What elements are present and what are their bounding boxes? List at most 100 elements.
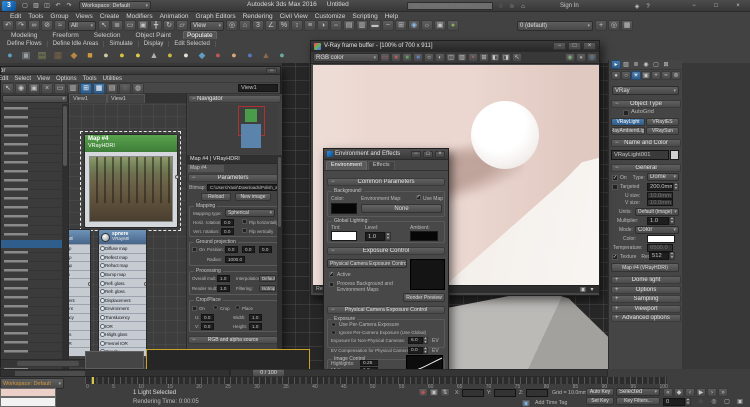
search-icon[interactable]: ◌	[496, 2, 506, 11]
save-image-icon[interactable]: ◫	[446, 53, 456, 62]
rollout-name-color[interactable]: Name and Color	[611, 139, 681, 147]
zoom-extents-icon[interactable]: ▢	[721, 397, 733, 406]
material-slot[interactable]: IOR	[99, 321, 146, 330]
vfb-region-render-icon[interactable]: ▭	[380, 53, 390, 62]
curve-editor-icon[interactable]: ~	[382, 20, 394, 31]
material-slot[interactable]: Bump map	[69, 269, 90, 279]
create-tab-icon[interactable]: ▸	[611, 60, 621, 69]
alpha-channel-icon[interactable]: ○	[424, 53, 434, 62]
rectangular-selection-region-icon[interactable]: ▭	[124, 20, 136, 31]
position-z-field[interactable]: 0.0	[259, 246, 272, 253]
horiz-rotation-field[interactable]: 0.0	[221, 219, 234, 226]
home-icon[interactable]: ⌂	[518, 2, 528, 11]
tab-environment[interactable]: Environment	[326, 161, 367, 170]
toggle-scene-explorer-icon[interactable]: ▤	[343, 20, 355, 31]
material-slot[interactable]: Translucency	[99, 312, 146, 322]
ribbon-tool-icon[interactable]: ◆	[68, 50, 80, 61]
undo-icon[interactable]: ↶	[2, 20, 14, 31]
ignore-per-camera-radio[interactable]	[331, 330, 336, 335]
target-distance-spinner[interactable]	[673, 183, 679, 191]
ribbon-tool-icon[interactable]: ■	[84, 50, 96, 61]
render-production-icon[interactable]: ●	[447, 20, 459, 31]
minimize-button[interactable]: −	[684, 1, 704, 10]
time-slider-handle[interactable]: 0 / 100	[252, 369, 285, 377]
rendered-frame-window-icon[interactable]: ▣	[434, 20, 446, 31]
play-animation-icon[interactable]: ▶	[696, 388, 706, 397]
material-slot[interactable]: Hilight gloss	[99, 329, 146, 339]
environment-map-button[interactable]: None	[361, 204, 442, 213]
ribbon-tool-icon[interactable]: ▲	[148, 50, 160, 61]
current-frame-spinner[interactable]	[685, 398, 691, 406]
time-tag-icon[interactable]: ▣	[521, 399, 531, 407]
menu-item[interactable]: Options	[56, 76, 77, 82]
vfb-expand-icon[interactable]: ▾	[588, 285, 596, 294]
temperature-field[interactable]: 6500.0	[647, 244, 673, 252]
height-field[interactable]: 1.0	[249, 323, 262, 330]
material-slot[interactable]: Reflect map	[69, 252, 90, 262]
sme-bottom-scrollbar[interactable]	[0, 369, 230, 377]
ribbon-subtab[interactable]: Display	[139, 40, 170, 47]
menu-item[interactable]: Scripting	[352, 13, 377, 20]
reference-coordinate-dropdown[interactable]: View	[190, 20, 224, 31]
ribbon-tab[interactable]: Populate	[182, 31, 217, 39]
sphere-output-connector[interactable]	[144, 282, 146, 286]
material-slot[interactable]: Refr. gloss.	[99, 286, 146, 296]
light-color-swatch[interactable]	[647, 235, 675, 243]
mapping-type-dropdown[interactable]: Spherical	[225, 209, 275, 217]
material-slot[interactable]: Refl. gloss.	[69, 278, 90, 287]
ribbon-tab[interactable]: Modeling	[8, 32, 40, 39]
rollout-general[interactable]: General	[611, 164, 681, 172]
menu-item[interactable]: Animation	[160, 13, 189, 20]
texture-map-button[interactable]: Map #4 (VRayHDRI)	[611, 263, 679, 272]
material-slot[interactable]: Translucency	[69, 312, 90, 322]
highlights-field[interactable]: 0.25	[360, 360, 378, 366]
wall-output-connector[interactable]	[88, 282, 90, 286]
flip-vertical-checkbox[interactable]	[242, 228, 247, 233]
vrayambientlight-button[interactable]: VRayAmbientLight	[611, 127, 645, 135]
ribbon-tab[interactable]: Object Paint	[133, 32, 174, 39]
select-by-name-icon[interactable]: ≣	[111, 20, 123, 31]
set-key-button[interactable]: Set Key	[586, 397, 614, 405]
time-slider-track[interactable]	[230, 369, 608, 377]
rollout-header[interactable]: Dome light	[611, 276, 681, 284]
blue-channel-icon[interactable]: ■	[413, 53, 423, 62]
sme-delete-selected-icon[interactable]: ×	[41, 82, 53, 94]
bind-to-space-warp-icon[interactable]: ≈	[54, 20, 66, 31]
crop-on-checkbox[interactable]	[192, 306, 197, 311]
menu-item[interactable]: Select	[14, 76, 31, 82]
menu-item[interactable]: Utilities	[103, 76, 122, 82]
go-to-start-icon[interactable]: «	[663, 388, 673, 397]
y-coordinate-field[interactable]	[494, 389, 516, 397]
object-color-swatch[interactable]	[670, 150, 679, 160]
mode-dropdown[interactable]: Color	[635, 226, 679, 234]
selection-set-dropdown[interactable]: Selected	[616, 388, 660, 396]
navigator-header[interactable]: Navigator	[188, 95, 281, 103]
add-time-tag[interactable]: Add Time Tag	[535, 400, 567, 406]
level-field[interactable]: 1.0	[365, 232, 385, 241]
snaps-toggle-icon[interactable]: 3	[252, 20, 264, 31]
x-coordinate-field[interactable]	[462, 389, 484, 397]
sme-show-background-icon[interactable]: ▦	[93, 82, 105, 94]
render-mult-field[interactable]: 1.0	[217, 285, 230, 292]
material-slot[interactable]: Bump map	[99, 269, 146, 279]
communication-center-icon[interactable]: ◈	[632, 2, 642, 11]
zoom-all-icon[interactable]: ◎	[708, 397, 720, 406]
save-file-icon[interactable]: ◫	[42, 1, 52, 10]
maximize-button[interactable]: □	[706, 1, 726, 10]
select-object-icon[interactable]: ↖	[98, 20, 110, 31]
favorites-icon[interactable]: ☆	[507, 2, 517, 11]
select-and-place-icon[interactable]: ⌂	[239, 20, 251, 31]
target-distance-field[interactable]: 200.0mm	[647, 183, 673, 191]
selection-lock-toggle-icon[interactable]: ▣	[429, 388, 439, 397]
menu-item[interactable]: Help	[385, 13, 398, 20]
close-button[interactable]: ×	[583, 42, 596, 50]
search-input[interactable]	[407, 2, 493, 10]
maxscript-macro-recorder[interactable]	[0, 388, 56, 397]
display-correction-icon[interactable]: ●	[576, 53, 586, 62]
view-tab[interactable]: View1	[107, 94, 145, 103]
process-background-checkbox[interactable]	[329, 282, 334, 287]
monochrome-icon[interactable]: ◐	[435, 53, 445, 62]
rollout-parameters[interactable]: Parameters	[188, 174, 278, 182]
material-slot[interactable]: IOR	[69, 321, 90, 330]
sme-pick-material-icon[interactable]: ◉	[15, 82, 27, 94]
